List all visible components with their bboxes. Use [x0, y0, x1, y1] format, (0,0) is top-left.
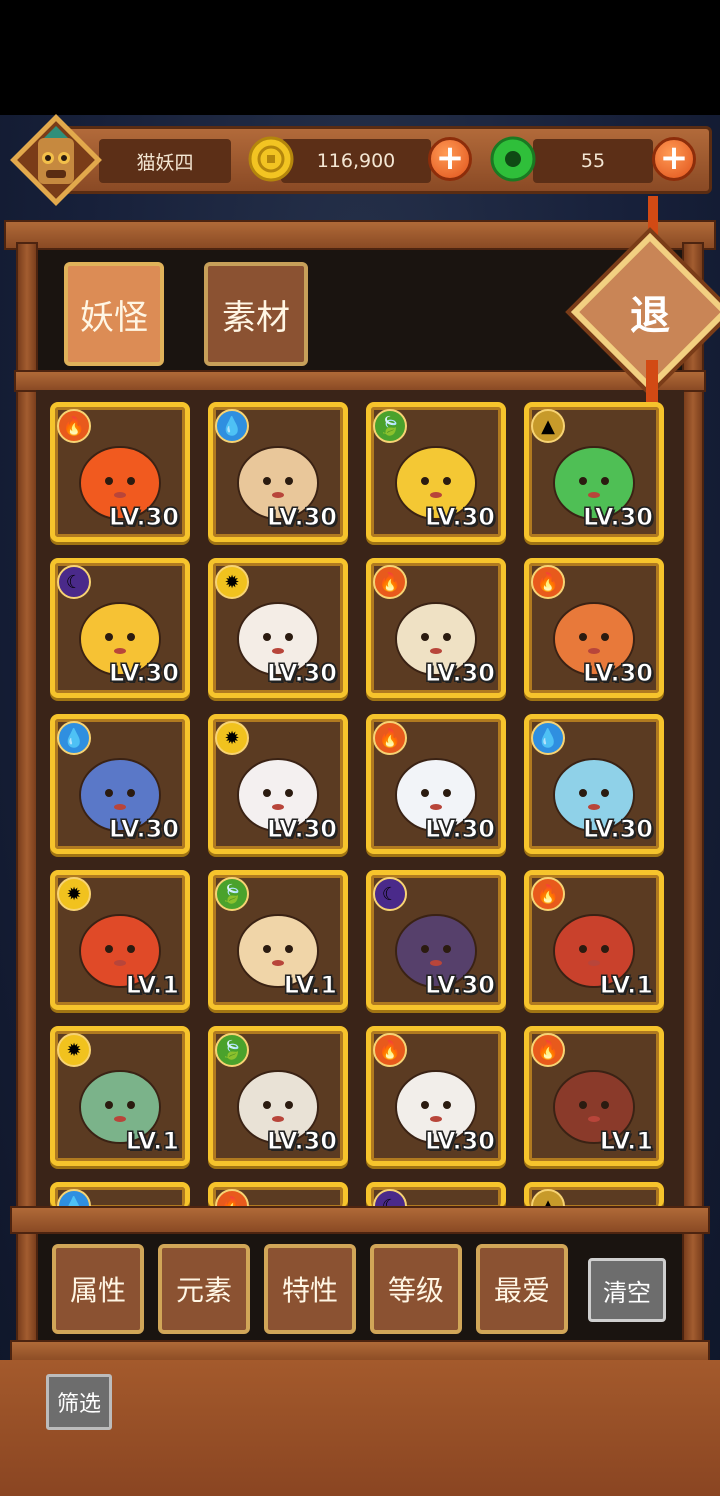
- monster-card[interactable]: ✹ LV.1: [50, 1026, 190, 1166]
- water-element-icon: 💧: [57, 721, 91, 755]
- fire-element-icon: 🔥: [373, 721, 407, 755]
- monster-card[interactable]: 🍃 LV.30: [366, 402, 506, 542]
- wood-element-icon: 🍃: [373, 409, 407, 443]
- level-label: LV.30: [583, 659, 654, 688]
- monster-card[interactable]: 🍃 LV.30: [208, 1026, 348, 1166]
- frame-right-post: [682, 242, 704, 1362]
- wood-element-icon: 🍃: [215, 877, 249, 911]
- level-label: LV.1: [599, 1127, 653, 1156]
- fire-element-icon: 🔥: [57, 409, 91, 443]
- filter-attribute-button[interactable]: 属性: [52, 1244, 144, 1334]
- earth-element-icon: ▲: [531, 409, 565, 443]
- dark-element-icon: ☾: [57, 565, 91, 599]
- level-label: LV.30: [425, 659, 496, 688]
- level-label: LV.1: [125, 1127, 179, 1156]
- monster-card[interactable]: ✹ LV.1: [50, 870, 190, 1010]
- monster-card[interactable]: ☾ LV.30: [50, 558, 190, 698]
- monster-card[interactable]: 🔥 LV.1: [524, 1026, 664, 1166]
- light-element-icon: ✹: [57, 1033, 91, 1067]
- fire-element-icon: 🔥: [531, 1033, 565, 1067]
- level-label: LV.30: [267, 815, 338, 844]
- status-bar-area: [0, 0, 720, 115]
- level-label: LV.30: [267, 1127, 338, 1156]
- level-label: LV.1: [283, 971, 337, 1000]
- level-label: LV.30: [425, 815, 496, 844]
- filter-level-button[interactable]: 等级: [370, 1244, 462, 1334]
- monster-card[interactable]: 💧 LV.30: [208, 402, 348, 542]
- add-jade-button[interactable]: +: [652, 137, 696, 181]
- tab-materials[interactable]: 素材: [204, 262, 308, 366]
- light-element-icon: ✹: [215, 721, 249, 755]
- frame-lower-beam: [10, 1206, 710, 1234]
- jade-icon: [490, 136, 536, 182]
- monster-card[interactable]: 💧 LV.30: [50, 714, 190, 854]
- monster-card-partial[interactable]: ▲: [524, 1182, 664, 1208]
- monster-card[interactable]: 💧 LV.30: [524, 714, 664, 854]
- screen-button[interactable]: 筛选: [46, 1374, 112, 1430]
- player-avatar[interactable]: [8, 112, 104, 208]
- level-label: LV.30: [109, 503, 180, 532]
- filter-favorite-button[interactable]: 最爱: [476, 1244, 568, 1334]
- level-label: LV.30: [267, 659, 338, 688]
- level-label: LV.1: [125, 971, 179, 1000]
- filter-trait-button[interactable]: 特性: [264, 1244, 356, 1334]
- water-element-icon: 💧: [531, 721, 565, 755]
- level-label: LV.30: [425, 503, 496, 532]
- coin-value: 116,900: [281, 139, 431, 183]
- coin-icon: [248, 136, 294, 182]
- fire-element-icon: 🔥: [373, 1033, 407, 1067]
- level-label: LV.30: [583, 815, 654, 844]
- fire-element-icon: 🔥: [531, 877, 565, 911]
- level-label: LV.30: [109, 815, 180, 844]
- monster-card[interactable]: 🔥 LV.30: [50, 402, 190, 542]
- dark-element-icon: ☾: [373, 877, 407, 911]
- monster-card[interactable]: 🔥 LV.1: [524, 870, 664, 1010]
- monster-card[interactable]: ▲ LV.30: [524, 402, 664, 542]
- monster-card[interactable]: 🔥 LV.30: [366, 714, 506, 854]
- monster-card-partial[interactable]: 🔥: [208, 1182, 348, 1208]
- water-element-icon: 💧: [215, 409, 249, 443]
- level-label: LV.1: [599, 971, 653, 1000]
- tab-monsters[interactable]: 妖怪: [64, 262, 164, 366]
- fire-element-icon: 🔥: [373, 565, 407, 599]
- monster-card[interactable]: 🔥 LV.30: [524, 558, 664, 698]
- monster-card[interactable]: 🔥 LV.30: [366, 558, 506, 698]
- monster-card[interactable]: ✹ LV.30: [208, 714, 348, 854]
- clear-button[interactable]: 清空: [588, 1258, 666, 1322]
- level-label: LV.30: [425, 971, 496, 1000]
- level-label: LV.30: [267, 503, 338, 532]
- wood-element-icon: 🍃: [215, 1033, 249, 1067]
- top-hud: 猫妖四 116,900 55: [60, 126, 712, 194]
- light-element-icon: ✹: [57, 877, 91, 911]
- player-name: 猫妖四: [99, 139, 231, 183]
- monster-card[interactable]: 🔥 LV.30: [366, 1026, 506, 1166]
- monster-card-partial[interactable]: 💧: [50, 1182, 190, 1208]
- jade-value: 55: [533, 139, 653, 183]
- frame-left-post: [16, 242, 38, 1362]
- fire-element-icon: 🔥: [531, 565, 565, 599]
- frame-mid-beam: [14, 370, 706, 392]
- monster-card[interactable]: ✹ LV.30: [208, 558, 348, 698]
- level-label: LV.30: [425, 1127, 496, 1156]
- monster-card[interactable]: 🍃 LV.1: [208, 870, 348, 1010]
- level-label: LV.30: [583, 503, 654, 532]
- monster-card-partial[interactable]: ☾: [366, 1182, 506, 1208]
- frame-top-beam: [4, 220, 716, 250]
- add-coin-button[interactable]: +: [428, 137, 472, 181]
- filter-element-button[interactable]: 元素: [158, 1244, 250, 1334]
- monster-card[interactable]: ☾ LV.30: [366, 870, 506, 1010]
- light-element-icon: ✹: [215, 565, 249, 599]
- exit-label: 退: [630, 293, 670, 339]
- level-label: LV.30: [109, 659, 180, 688]
